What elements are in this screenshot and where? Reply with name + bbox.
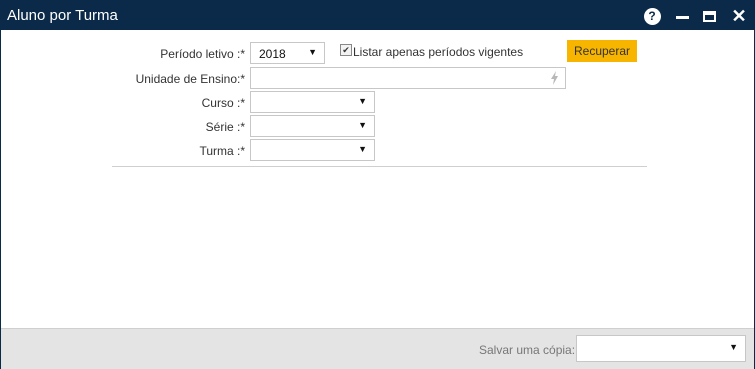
unidade-label: Unidade de Ensino:* [135,72,245,86]
listar-checkbox[interactable]: ✔ [340,44,352,56]
listar-label: Listar apenas períodos vigentes [353,45,524,59]
serie-select[interactable]: ▼ [250,115,375,137]
minimize-icon[interactable] [673,7,691,25]
chevron-down-icon: ▼ [308,47,317,57]
curso-select[interactable]: ▼ [250,91,375,113]
maximize-icon[interactable] [700,7,718,25]
chevron-down-icon: ▼ [358,144,367,154]
lightning-icon[interactable] [550,71,559,85]
window-title: Aluno por Turma [7,7,118,24]
help-glyph: ? [643,7,661,25]
titlebar: Aluno por Turma ? ✕ [1,1,754,30]
periodo-value: 2018 [259,47,286,61]
chevron-down-icon: ▼ [729,342,738,352]
chevron-down-icon: ▼ [358,96,367,106]
serie-label: Série :* [205,120,245,134]
unidade-field[interactable] [250,67,566,89]
turma-label: Turma :* [199,144,245,158]
save-copy-select[interactable]: ▼ [576,335,746,362]
turma-select[interactable]: ▼ [250,139,375,161]
periodo-label: Período letivo :* [160,47,245,61]
save-copy-label: Salvar uma cópia: [479,343,576,357]
divider [112,166,647,167]
footer-bar: Salvar uma cópia: ▼ [1,328,754,369]
close-icon[interactable]: ✕ [730,7,748,25]
curso-label: Curso :* [201,96,245,110]
report-window: Aluno por Turma ? ✕ Período letivo :* 20… [0,0,755,369]
chevron-down-icon: ▼ [358,120,367,130]
periodo-select[interactable]: 2018 ▼ [250,42,325,64]
recuperar-button[interactable]: Recuperar [567,40,637,62]
help-icon[interactable]: ? [643,7,661,25]
